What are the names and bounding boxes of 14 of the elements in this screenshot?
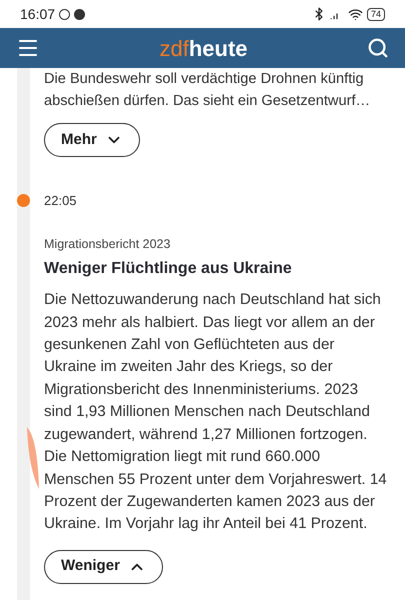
battery-icon: 74 [366,8,385,20]
logo-main: heute [188,34,248,62]
article-text: Die Bundeswehr soll verdächtige Drohnen künftig abschießen dürfen. Das sieht ein Gesetzentwurf… [44,70,372,111]
expand-button[interactable]: Mehr [44,123,140,157]
article-title: Weniger Flüchtlinge aus Ukraine [44,259,293,280]
wifi-icon [348,6,363,22]
topic-label: Migrationsbericht 2023 [44,236,172,253]
search-icon[interactable] [366,37,389,59]
collapse-button[interactable]: Weniger [44,550,163,584]
entry-time: 22:05 [44,192,77,210]
logo-prefix: zdf [159,34,189,62]
status-time: 16:07 [20,4,56,24]
article-text: Die Nettozuwanderung nach Deutschland hat sich 2023 mehr als halbiert. Das liegt vor allem an der gesunkenen Zahl von Geflüchteten aus der Ukraine im zweiten Jahr des Kriegs, so der Migrationsbericht des Innenministeriums. 2023 sind 1,93 Millionen Menschen nach Deutschland zugewandert, während 1,27 Millionen fortzogen. Die Nettomigration liegt mit rund 660.000 Menschen 55 Prozent unter dem Vorjahreswert. 14 Prozent der Zugewanderten kamen 2023 aus der Ukraine. Im Vorjahr lag ihr Anteil bei 41 Prozent. [44,290,388,534]
highlight-stroke [24,425,42,491]
